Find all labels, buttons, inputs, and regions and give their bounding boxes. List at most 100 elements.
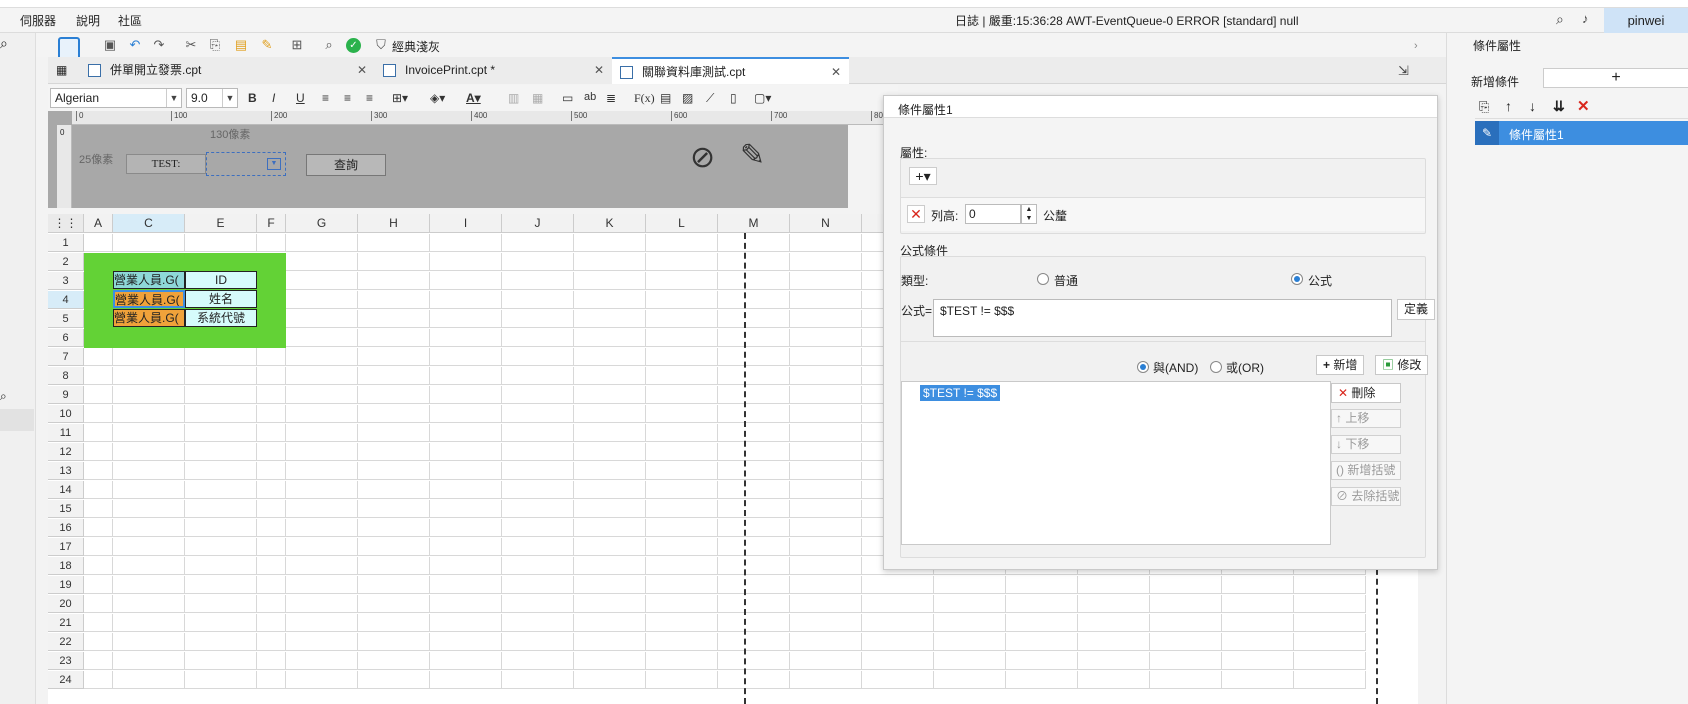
grid-cell[interactable] [358,462,430,480]
grid-cell[interactable] [646,519,718,537]
grid-cell[interactable] [430,253,502,271]
grid-cell[interactable] [574,633,646,651]
grid-cell[interactable] [257,405,286,423]
cell-e4[interactable]: 姓名 [185,290,257,308]
grid-cell[interactable] [1078,614,1150,632]
grid-cell[interactable] [790,386,862,404]
grid-cell[interactable] [430,633,502,651]
close-icon[interactable]: ✕ [594,57,604,84]
paste-icon[interactable]: ▤ [232,36,250,54]
grid-cell[interactable] [718,500,790,518]
grid-cell[interactable] [286,253,358,271]
add-condition-button[interactable]: + 新增 [1316,355,1365,375]
border-icon[interactable]: ⊞▾ [392,91,408,105]
grid-cell[interactable] [1150,614,1222,632]
grid-cell[interactable] [84,424,113,442]
grid-cell[interactable] [502,481,574,499]
grid-cell[interactable] [1222,633,1294,651]
grid-cell[interactable] [574,557,646,575]
grid-cell[interactable] [113,538,185,556]
find-icon[interactable]: ⌕ [320,36,338,54]
grid-cell[interactable] [358,557,430,575]
grid-cell[interactable] [1222,595,1294,613]
grid-cell[interactable] [1222,614,1294,632]
grid-cell[interactable] [113,367,185,385]
row-header[interactable]: 9 [48,386,84,404]
grid-cell[interactable] [790,595,862,613]
grid-cell[interactable] [790,310,862,328]
grid-cell[interactable] [358,253,430,271]
grid-cell[interactable] [113,595,185,613]
grid-cell[interactable] [502,652,574,670]
grid-cell[interactable] [646,652,718,670]
query-button[interactable]: 查詢 [306,154,386,176]
grid-cell[interactable] [502,538,574,556]
grid-cell[interactable] [502,405,574,423]
test-combobox-widget[interactable]: ▼ [206,152,286,176]
grid-cell[interactable] [430,614,502,632]
hidden-eye-icon[interactable]: ⊘ [690,140,715,175]
grid-cell[interactable] [646,633,718,651]
grid-cell[interactable] [286,424,358,442]
grid-cell[interactable] [84,576,113,594]
remove-attribute-icon[interactable]: ✕ [907,205,925,223]
grid-cell[interactable] [934,614,1006,632]
grid-cell[interactable] [286,652,358,670]
user-account[interactable]: pinwei [1604,8,1688,33]
grid-cell[interactable] [286,272,358,290]
text-icon[interactable]: ab [584,91,596,103]
grid-cell[interactable] [430,386,502,404]
grid-cell[interactable] [84,443,113,461]
grid-cell[interactable] [286,386,358,404]
arrow-up-icon[interactable]: ↑ [1505,98,1512,114]
row-header[interactable]: 7 [48,348,84,366]
grid-cell[interactable] [1006,652,1078,670]
grid-cell[interactable] [574,538,646,556]
tab-menu-icon[interactable]: ⇲ [1398,63,1409,79]
column-header[interactable]: M [718,214,790,233]
grid-cell[interactable] [574,424,646,442]
grid-cell[interactable] [718,462,790,480]
delete-icon[interactable]: ✕ [1577,97,1590,115]
side-tab[interactable] [0,409,34,431]
grid-cell[interactable] [185,576,257,594]
grid-cell[interactable] [185,595,257,613]
insert-row-icon[interactable]: ▭ [562,91,573,105]
grid-cell[interactable] [185,481,257,499]
column-header[interactable]: A [84,214,113,233]
grid-cell[interactable] [286,462,358,480]
grid-cell[interactable] [718,633,790,651]
grid-cell[interactable] [257,462,286,480]
row-header[interactable]: 4 [48,291,84,309]
search-icon[interactable]: ⌕ [0,35,8,52]
grid-cell[interactable] [286,519,358,537]
search-icon[interactable]: ⌕ [0,389,7,404]
grid-cell[interactable] [358,519,430,537]
grid-cell[interactable] [646,348,718,366]
grid-cell[interactable] [286,500,358,518]
grid-cell[interactable] [430,595,502,613]
menu-community[interactable]: 社區 [118,12,142,29]
grid-cell[interactable] [646,443,718,461]
grid-cell[interactable] [790,443,862,461]
grid-cell[interactable] [358,386,430,404]
grid-cell[interactable] [574,367,646,385]
grid-cell[interactable] [185,538,257,556]
grid-cell[interactable] [790,557,862,575]
grid-cell[interactable] [286,481,358,499]
grid-cell[interactable] [646,500,718,518]
grid-cell[interactable] [84,481,113,499]
grid-cell[interactable] [502,462,574,480]
grid-cell[interactable] [502,329,574,347]
grid-cell[interactable] [286,405,358,423]
grid-cell[interactable] [718,538,790,556]
grid-cell[interactable] [574,481,646,499]
grid-cell[interactable] [84,557,113,575]
row-header[interactable]: 13 [48,462,84,480]
grid-cell[interactable] [430,291,502,309]
grid-cell[interactable] [718,424,790,442]
test-label[interactable]: TEST: [126,154,206,174]
grid-cell[interactable] [718,614,790,632]
grid-cell[interactable] [185,443,257,461]
grid-cell[interactable] [502,633,574,651]
